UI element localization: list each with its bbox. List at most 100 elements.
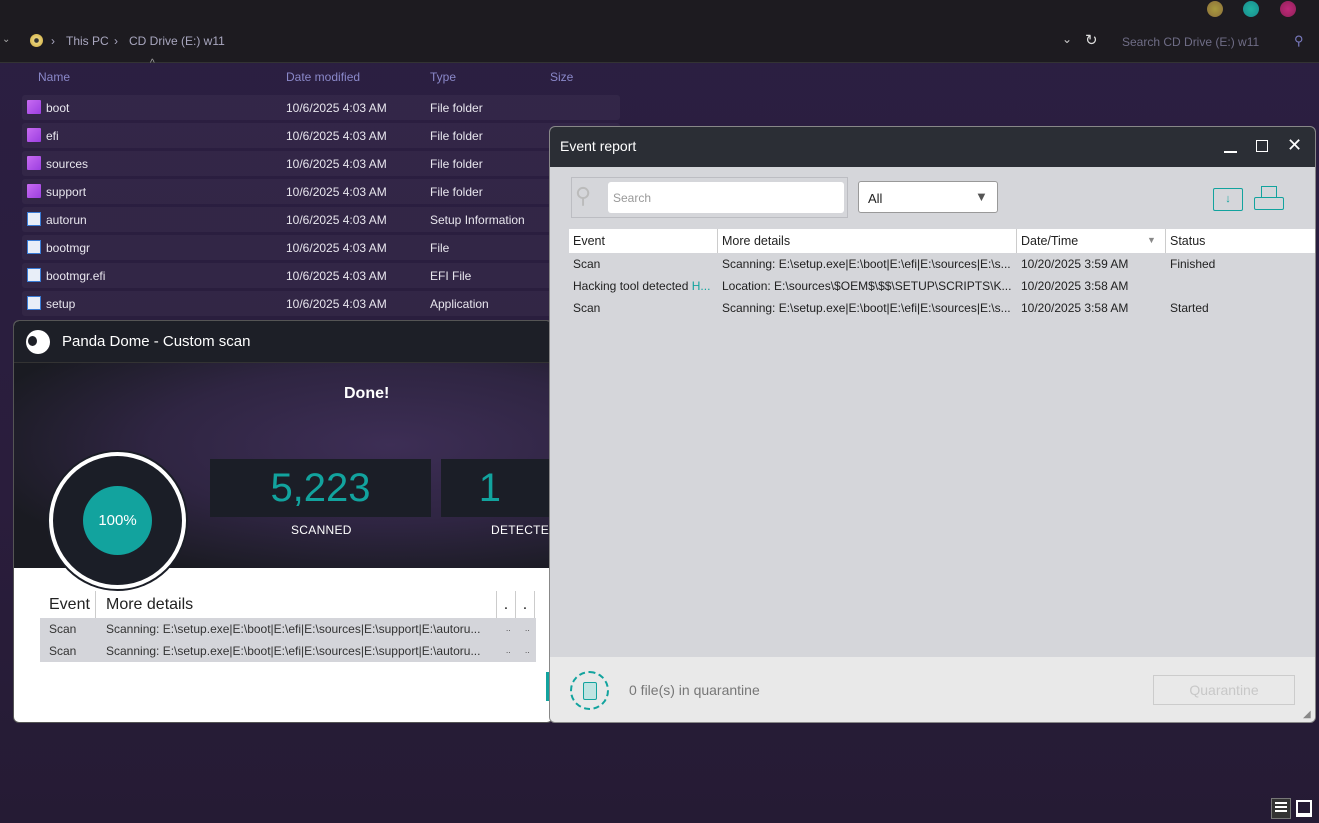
- breadcrumb-cd-drive[interactable]: CD Drive (E:) w11: [129, 34, 225, 48]
- history-dropdown-icon[interactable]: ⌄: [1062, 32, 1072, 46]
- breadcrumb-separator: ›: [114, 34, 118, 48]
- file-type: EFI File: [430, 269, 472, 283]
- file-type: Application: [430, 297, 489, 311]
- file-row[interactable]: sources 10/6/2025 4:03 AM File folder: [22, 151, 620, 176]
- file-type: File folder: [430, 185, 483, 199]
- header-event[interactable]: Event: [569, 229, 718, 253]
- system-file-icon: [27, 240, 41, 254]
- sort-descending-icon: ▼: [1147, 235, 1156, 245]
- window-dot-magenta[interactable]: [1280, 1, 1296, 17]
- detected-count: 1: [441, 459, 552, 517]
- progress-percent: 100%: [83, 486, 152, 555]
- export-folder-icon[interactable]: ↓: [1213, 188, 1243, 211]
- file-name: sources: [46, 157, 89, 171]
- print-icon[interactable]: [1254, 186, 1284, 212]
- file-date: 10/6/2025 4:03 AM: [286, 213, 387, 227]
- quarantine-button[interactable]: Quarantine: [1153, 675, 1295, 705]
- file-type: File folder: [430, 157, 483, 171]
- resize-grip-icon[interactable]: ◢: [1303, 709, 1311, 720]
- row-datetime: 10/20/2025 3:58 AM: [1021, 279, 1129, 293]
- explorer-search-input[interactable]: Search CD Drive (E:) w11 ⚲: [1110, 28, 1310, 54]
- scan-status: Done!: [344, 385, 390, 402]
- progress-ring: 100%: [49, 452, 186, 589]
- scanned-count: 5,223: [210, 459, 431, 517]
- file-row[interactable]: boot 10/6/2025 4:03 AM File folder: [22, 95, 620, 120]
- breadcrumb-this-pc[interactable]: This PC: [66, 34, 109, 48]
- event-report-window: Event report ✕ ⚲ Search All ▼ ↓ Event Mo…: [549, 126, 1316, 723]
- event-row[interactable]: Hacking tool detected H... Location: E:\…: [569, 279, 1315, 299]
- row-details: Scanning: E:\setup.exe|E:\boot|E:\efi|E:…: [106, 644, 481, 658]
- file-date: 10/6/2025 4:03 AM: [286, 157, 387, 171]
- file-row[interactable]: bootmgr.efi 10/6/2025 4:03 AM EFI File: [22, 263, 620, 288]
- row-event: Scan: [573, 257, 601, 271]
- table-header-event[interactable]: Event: [40, 591, 96, 618]
- close-icon[interactable]: ✕: [1287, 135, 1302, 156]
- refresh-icon[interactable]: ↻: [1085, 31, 1098, 49]
- column-name[interactable]: Name: [38, 70, 70, 84]
- row-status: Started: [1170, 301, 1209, 315]
- search-icon[interactable]: ⚲: [1294, 33, 1304, 49]
- file-name: boot: [46, 101, 70, 115]
- header-status[interactable]: Status: [1166, 229, 1315, 253]
- dropdown-arrow-icon: ▼: [975, 189, 988, 204]
- table-header-col3[interactable]: .: [497, 591, 516, 618]
- file-type: Setup Information: [430, 213, 525, 227]
- window-dot-teal[interactable]: [1243, 1, 1259, 17]
- row-details: Scanning: E:\setup.exe|E:\boot|E:\efi|E:…: [722, 257, 1011, 271]
- detected-label: DETECTED: [491, 523, 553, 537]
- maximize-icon[interactable]: [1256, 140, 1268, 152]
- file-date: 10/6/2025 4:03 AM: [286, 241, 387, 255]
- system-file-icon: [27, 268, 41, 282]
- header-details[interactable]: More details: [718, 229, 1017, 253]
- file-type: File folder: [430, 101, 483, 115]
- file-date: 10/6/2025 4:03 AM: [286, 101, 387, 115]
- file-type: File: [430, 241, 450, 255]
- event-report-title: Event report: [560, 138, 637, 154]
- settings-file-icon: [27, 212, 41, 226]
- file-row[interactable]: support 10/6/2025 4:03 AM File folder: [22, 179, 620, 204]
- event-row[interactable]: Scan Scanning: E:\setup.exe|E:\boot|E:\e…: [569, 301, 1315, 321]
- panda-title-bar: Panda Dome - Custom scan: [14, 321, 552, 363]
- column-date-modified[interactable]: Date modified: [286, 70, 360, 84]
- event-row[interactable]: Scan Scanning: E:\setup.exe|E:\boot|E:\e…: [569, 257, 1315, 277]
- quarantine-count: 0 file(s) in quarantine: [629, 682, 760, 698]
- row-details: Location: E:\sources\$OEM$\$$\SETUP\SCRI…: [722, 279, 1012, 293]
- chevron-down-icon[interactable]: ⌄: [2, 34, 10, 45]
- minimize-icon[interactable]: [1224, 151, 1237, 153]
- file-name: bootmgr: [46, 241, 91, 255]
- file-name: setup: [46, 297, 76, 311]
- row-datetime: 10/20/2025 3:59 AM: [1021, 257, 1129, 271]
- event-search-input[interactable]: Search: [608, 182, 844, 213]
- file-name: support: [46, 185, 87, 199]
- header-datetime[interactable]: Date/Time: [1017, 229, 1166, 253]
- row-event-link[interactable]: H...: [692, 279, 711, 293]
- table-header-col4[interactable]: .: [516, 591, 535, 618]
- column-size[interactable]: Size: [550, 70, 573, 84]
- file-type: File folder: [430, 129, 483, 143]
- column-type[interactable]: Type: [430, 70, 456, 84]
- row-col3: ..: [506, 646, 511, 655]
- file-row[interactable]: bootmgr 10/6/2025 4:03 AM File: [22, 235, 620, 260]
- row-datetime: 10/20/2025 3:58 AM: [1021, 301, 1129, 315]
- details-view-icon[interactable]: [1271, 798, 1291, 819]
- event-report-title-bar: Event report ✕: [550, 127, 1315, 167]
- table-header-details[interactable]: More details: [97, 591, 497, 618]
- file-row[interactable]: efi 10/6/2025 4:03 AM File folder: [22, 123, 620, 148]
- large-icons-view-icon[interactable]: [1296, 800, 1312, 817]
- scanned-label: SCANNED: [291, 523, 352, 537]
- file-name: bootmgr.efi: [46, 269, 106, 283]
- folder-icon: [27, 156, 41, 170]
- folder-icon: [27, 184, 41, 198]
- breadcrumb-separator: ›: [51, 34, 55, 48]
- file-row[interactable]: setup 10/6/2025 4:03 AM Application: [22, 291, 620, 316]
- window-dot-gold[interactable]: [1207, 1, 1223, 17]
- file-row[interactable]: autorun 10/6/2025 4:03 AM Setup Informat…: [22, 207, 620, 232]
- table-row[interactable]: Scan Scanning: E:\setup.exe|E:\boot|E:\e…: [40, 618, 536, 640]
- file-name: autorun: [46, 213, 87, 227]
- row-col4: ..: [525, 624, 530, 633]
- search-placeholder: Search: [613, 191, 652, 205]
- panda-window-title: Panda Dome - Custom scan: [62, 333, 251, 350]
- event-filter-select[interactable]: All ▼: [858, 181, 998, 213]
- table-row[interactable]: Scan Scanning: E:\setup.exe|E:\boot|E:\e…: [40, 640, 536, 662]
- panda-custom-scan-window: Panda Dome - Custom scan Done! 5,223 SCA…: [13, 320, 553, 723]
